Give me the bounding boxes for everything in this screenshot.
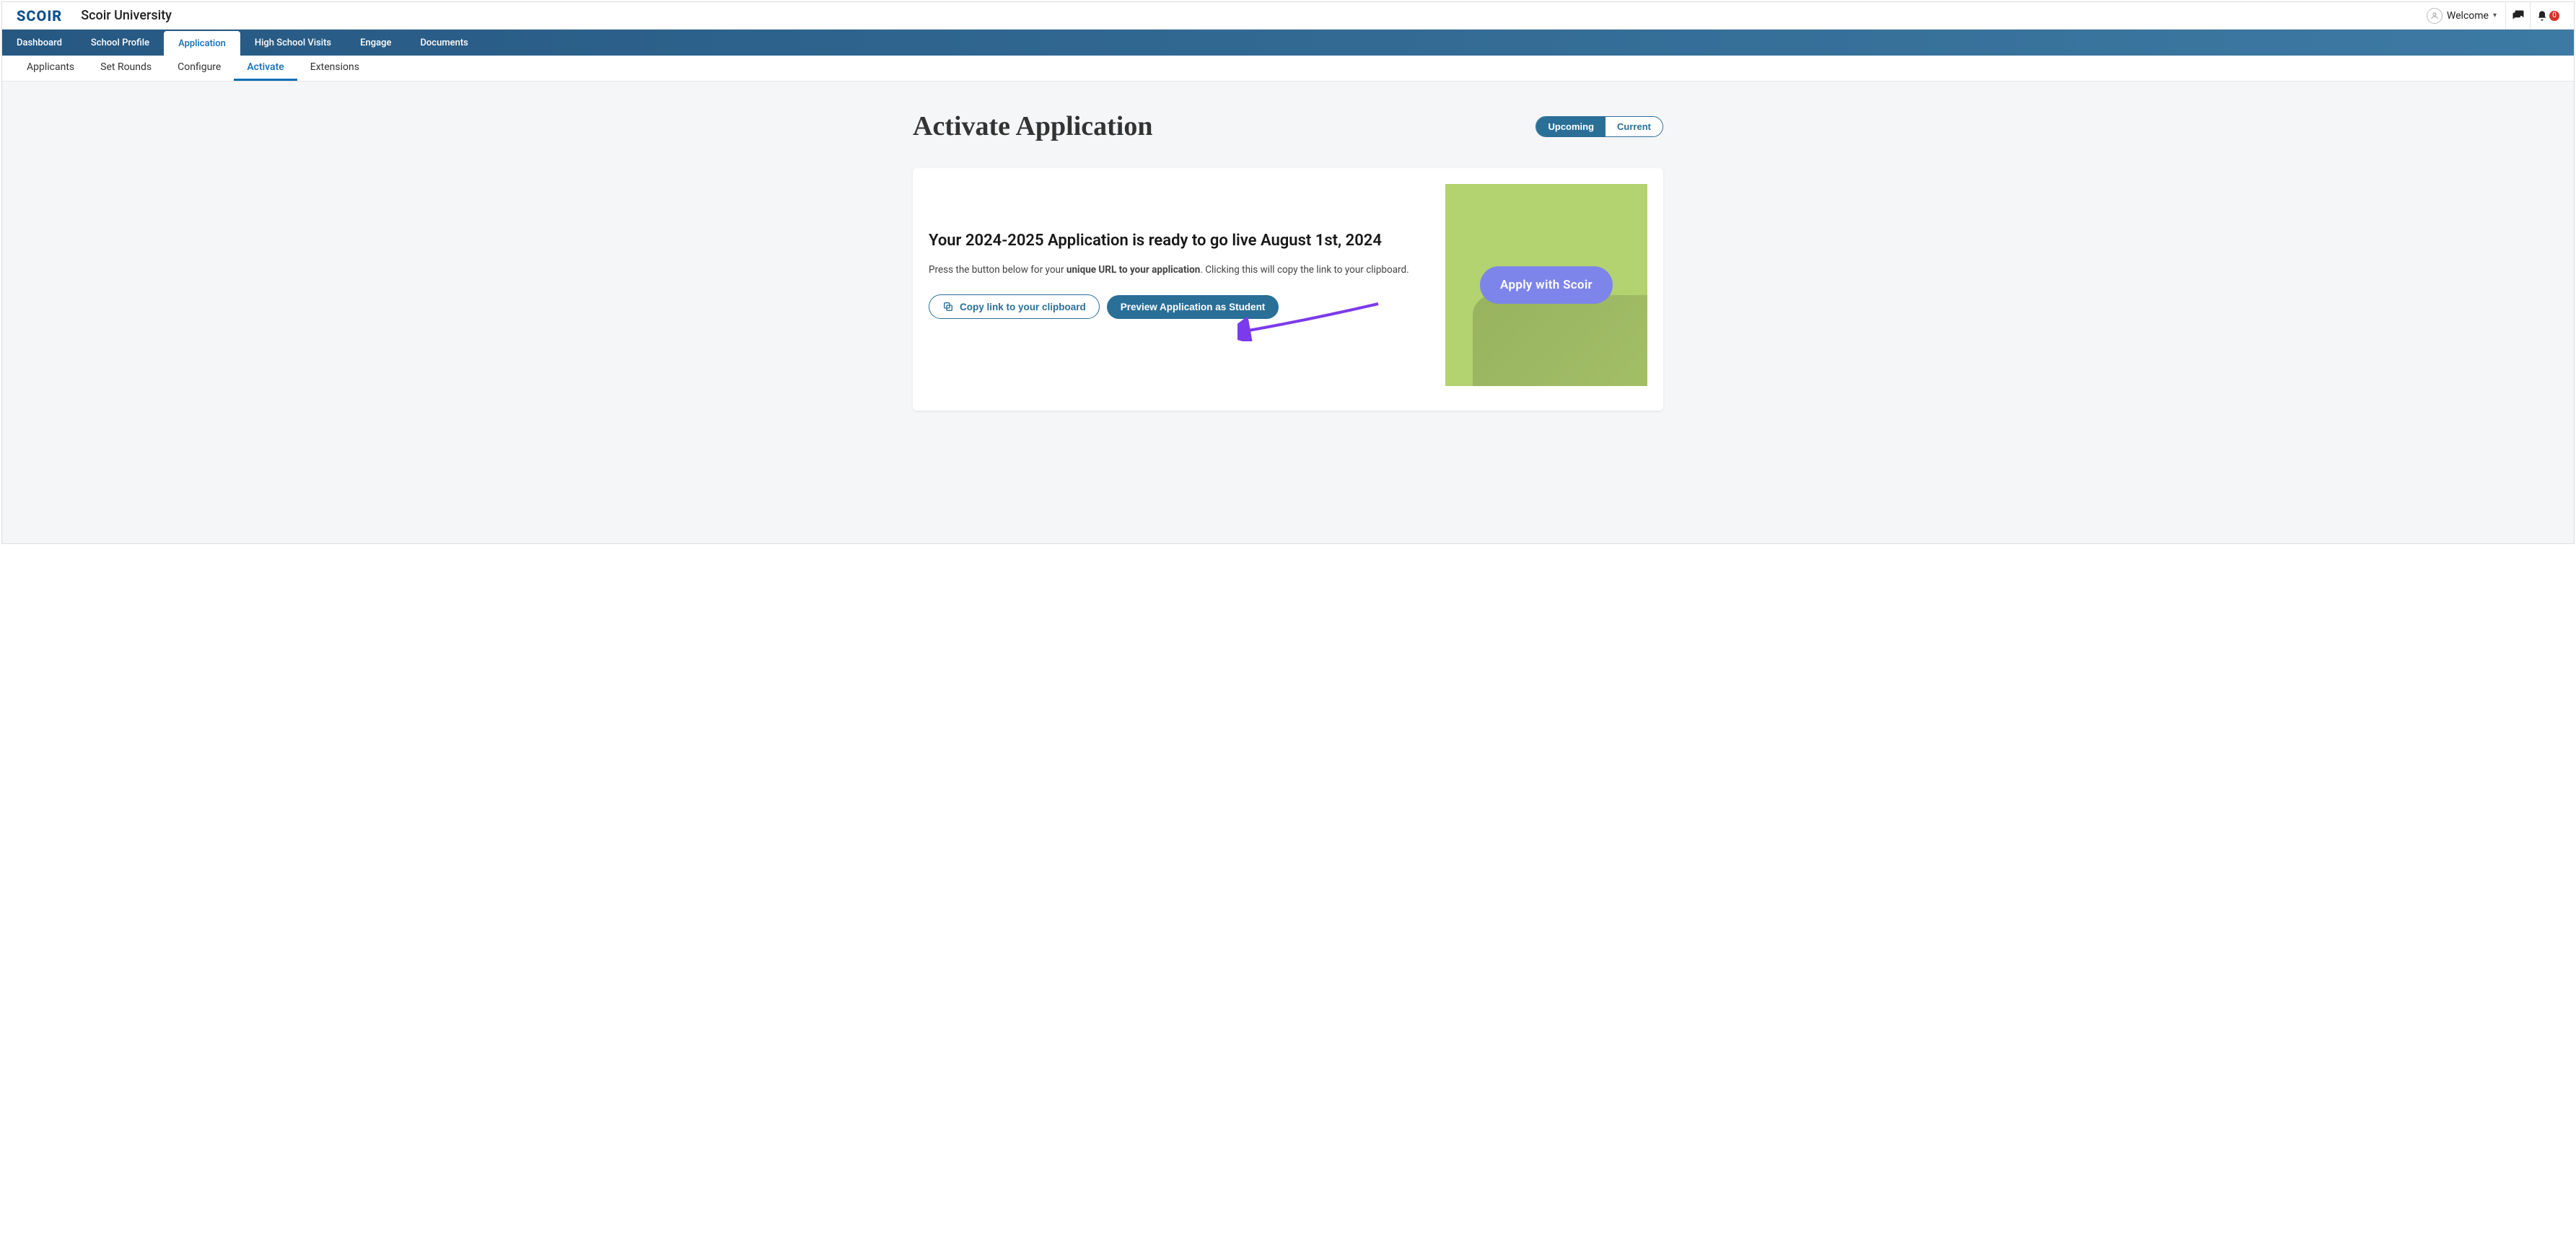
copy-link-label: Copy link to your clipboard: [960, 302, 1086, 312]
nav-high-school-visits[interactable]: High School Visits: [240, 30, 346, 56]
welcome-menu[interactable]: Welcome ▾: [2418, 2, 2506, 30]
notifications-button[interactable]: 0: [2531, 2, 2562, 30]
page-title: Activate Application: [913, 110, 1152, 142]
button-row: Copy link to your clipboard Preview Appl…: [929, 294, 1428, 319]
app-frame: SCOIR Scoir University Welcome ▾: [1, 1, 2575, 544]
card-left: Your 2024-2025 Application is ready to g…: [929, 184, 1428, 386]
illustration-panel: Apply with Scoir: [1445, 184, 1647, 386]
logo[interactable]: SCOIR: [17, 7, 62, 25]
avatar-icon: [2427, 8, 2443, 24]
segmented-current[interactable]: Current: [1605, 117, 1662, 136]
main-area: Activate Application Upcoming Current Yo…: [2, 82, 2574, 543]
bell-icon: [2536, 10, 2548, 22]
subnav-extensions[interactable]: Extensions: [297, 56, 372, 81]
nav-documents[interactable]: Documents: [406, 30, 482, 56]
apply-with-scoir-pill: Apply with Scoir: [1480, 266, 1613, 304]
subnav-set-rounds[interactable]: Set Rounds: [87, 56, 165, 81]
header-right: Welcome ▾ 0: [2418, 2, 2562, 30]
chat-icon: [2512, 9, 2525, 22]
card-desc-pre: Press the button below for your: [929, 264, 1066, 276]
activation-card: Your 2024-2025 Application is ready to g…: [913, 168, 1663, 411]
nav-engage[interactable]: Engage: [346, 30, 406, 56]
secondary-nav: Applicants Set Rounds Configure Activate…: [2, 56, 2574, 82]
nav-dashboard[interactable]: Dashboard: [2, 30, 76, 56]
nav-application[interactable]: Application: [164, 31, 240, 56]
welcome-label: Welcome: [2447, 10, 2489, 22]
subnav-applicants[interactable]: Applicants: [14, 56, 87, 81]
chat-icon-button[interactable]: [2506, 2, 2531, 30]
top-header: SCOIR Scoir University Welcome ▾: [2, 2, 2574, 30]
segmented-control: Upcoming Current: [1535, 116, 1663, 137]
card-desc-bold: unique URL to your application: [1066, 264, 1200, 276]
illustration-shadow: [1473, 295, 1647, 386]
copy-icon: [942, 301, 954, 312]
copy-link-button[interactable]: Copy link to your clipboard: [929, 294, 1100, 319]
primary-nav: Dashboard School Profile Application Hig…: [2, 30, 2574, 56]
main-container: Activate Application Upcoming Current Yo…: [898, 110, 1678, 411]
preview-application-label: Preview Application as Student: [1121, 302, 1266, 312]
card-desc-post: . Clicking this will copy the link to yo…: [1200, 264, 1409, 276]
card-description: Press the button below for your unique U…: [929, 263, 1428, 277]
subnav-activate[interactable]: Activate: [234, 56, 297, 81]
preview-application-button[interactable]: Preview Application as Student: [1107, 295, 1279, 319]
nav-school-profile[interactable]: School Profile: [76, 30, 164, 56]
card-heading: Your 2024-2025 Application is ready to g…: [929, 232, 1428, 250]
segmented-upcoming[interactable]: Upcoming: [1536, 117, 1605, 136]
product-name: Scoir University: [81, 8, 172, 23]
chevron-down-icon: ▾: [2493, 12, 2497, 19]
notification-badge: 0: [2549, 11, 2559, 21]
subnav-configure[interactable]: Configure: [165, 56, 234, 81]
title-row: Activate Application Upcoming Current: [913, 110, 1663, 142]
